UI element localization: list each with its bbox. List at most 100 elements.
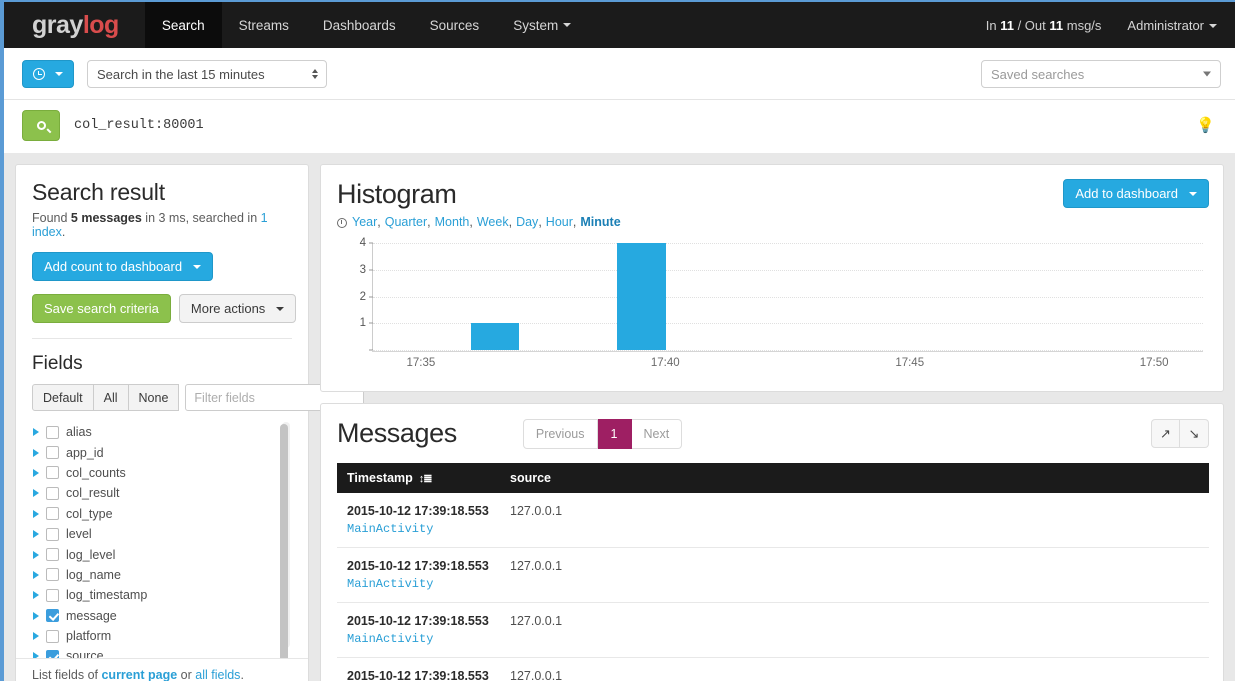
field-row[interactable]: app_id <box>32 442 276 462</box>
pagination-previous[interactable]: Previous <box>522 418 598 449</box>
field-row[interactable]: alias <box>32 422 276 442</box>
resolution-quarter[interactable]: Quarter <box>385 215 427 229</box>
expand-triangle-icon[interactable] <box>33 570 39 579</box>
nav-item-system[interactable]: System <box>496 2 588 48</box>
chevron-down-icon <box>1189 191 1197 196</box>
table-row-message[interactable]: MainActivity <box>337 518 1209 548</box>
field-checkbox[interactable] <box>46 548 59 562</box>
expand-triangle-icon[interactable] <box>33 448 39 457</box>
table-row-message[interactable]: MainActivity <box>337 628 1209 658</box>
table-row[interactable]: 2015-10-12 17:39:18.553 127.0.0.1 <box>337 493 1209 518</box>
column-header-timestamp[interactable]: Timestamp ↕≣ <box>337 463 500 493</box>
expand-triangle-icon[interactable] <box>33 428 39 437</box>
user-menu[interactable]: Administrator <box>1127 18 1217 33</box>
table-row[interactable]: 2015-10-12 17:39:18.553 127.0.0.1 <box>337 657 1209 681</box>
field-checkbox[interactable] <box>46 568 59 582</box>
resolution-day[interactable]: Day <box>516 215 538 229</box>
messages-header: Messages Previous 1 Next ↗ ↘ <box>337 418 1209 449</box>
field-row[interactable]: source <box>32 646 276 658</box>
nav-item-sources[interactable]: Sources <box>413 2 497 48</box>
expand-triangle-icon[interactable] <box>33 509 39 518</box>
row-timestamp: 2015-10-12 17:39:18.553 <box>337 547 500 573</box>
fields-scrollbar-thumb[interactable] <box>280 424 288 658</box>
field-checkbox[interactable] <box>46 527 59 541</box>
expand-triangle-icon[interactable] <box>33 530 39 539</box>
expand-triangle-icon[interactable] <box>33 550 39 559</box>
expand-triangle-icon[interactable] <box>33 489 39 498</box>
add-count-to-dashboard-button[interactable]: Add count to dashboard <box>32 252 214 281</box>
time-range-type-button[interactable] <box>22 60 74 88</box>
collapse-all-button[interactable]: ↘ <box>1180 419 1209 448</box>
expand-triangle-icon[interactable] <box>33 632 39 641</box>
field-row[interactable]: message <box>32 606 276 626</box>
add-to-dashboard-button[interactable]: Add to dashboard <box>1063 179 1209 208</box>
fields-toolbar: Default All None <box>32 384 365 411</box>
field-row[interactable]: col_counts <box>32 463 276 483</box>
current-page-link[interactable]: current page <box>101 668 177 681</box>
collapse-icon: ↘ <box>1188 425 1200 441</box>
nav-item-streams[interactable]: Streams <box>222 2 306 48</box>
field-checkbox[interactable] <box>46 425 59 439</box>
field-checkbox[interactable] <box>46 649 59 658</box>
time-range-select[interactable]: Search in the last 15 minutes <box>87 60 327 88</box>
chart-bar[interactable] <box>470 323 520 350</box>
clock-icon <box>33 68 45 80</box>
resolution-hour[interactable]: Hour <box>546 215 573 229</box>
graylog-logo[interactable]: gray log <box>4 2 145 48</box>
fields-preset-none[interactable]: None <box>128 384 180 411</box>
more-actions-label: More actions <box>190 301 266 316</box>
field-checkbox[interactable] <box>46 629 59 643</box>
row-source: 127.0.0.1 <box>500 657 1209 681</box>
expand-triangle-icon[interactable] <box>33 611 39 620</box>
field-checkbox[interactable] <box>46 486 59 500</box>
pagination-next[interactable]: Next <box>631 418 683 449</box>
field-checkbox[interactable] <box>46 609 59 623</box>
pagination-page-1[interactable]: 1 <box>597 418 632 449</box>
field-checkbox[interactable] <box>46 446 59 460</box>
nav-label-system: System <box>513 17 559 33</box>
add-count-label: Add count to dashboard <box>44 259 183 274</box>
table-row-message[interactable]: MainActivity <box>337 573 1209 603</box>
all-fields-link[interactable]: all fields <box>195 668 240 681</box>
column-header-source[interactable]: source <box>500 463 1209 493</box>
field-checkbox[interactable] <box>46 588 59 602</box>
resolution-year[interactable]: Year <box>352 215 377 229</box>
nav-item-dashboards[interactable]: Dashboards <box>306 2 413 48</box>
field-row[interactable]: level <box>32 524 276 544</box>
field-checkbox[interactable] <box>46 466 59 480</box>
expand-triangle-icon[interactable] <box>33 591 39 600</box>
field-row[interactable]: log_name <box>32 565 276 585</box>
saved-searches-select[interactable]: Saved searches <box>981 60 1221 88</box>
field-checkbox[interactable] <box>46 507 59 521</box>
primary-nav: Search Streams Dashboards Sources System <box>144 2 588 48</box>
more-actions-button[interactable]: More actions <box>178 294 297 323</box>
histogram-panel: Histogram Year, Quarter, Month, Week, Da… <box>320 164 1224 392</box>
expand-triangle-icon[interactable] <box>33 468 39 477</box>
lightbulb-icon[interactable]: 💡 <box>1196 118 1215 133</box>
field-row[interactable]: col_result <box>32 483 276 503</box>
field-row[interactable]: col_type <box>32 504 276 524</box>
fields-preset-all[interactable]: All <box>93 384 129 411</box>
field-row[interactable]: log_timestamp <box>32 585 276 605</box>
resolution-month[interactable]: Month <box>435 215 470 229</box>
field-row[interactable]: log_level <box>32 544 276 564</box>
chart-plot-area[interactable]: 1 2 3 4 <box>360 237 1203 351</box>
table-row[interactable]: 2015-10-12 17:39:18.553 127.0.0.1 <box>337 602 1209 628</box>
fields-scrollbar-track[interactable] <box>280 422 290 658</box>
navbar-right: In 11 / Out 11 msg/s Administrator <box>986 2 1235 48</box>
chevron-down-icon <box>55 72 63 76</box>
nav-item-search[interactable]: Search <box>144 2 222 48</box>
search-query-input[interactable] <box>74 118 1189 133</box>
search-button[interactable] <box>22 110 60 141</box>
expand-triangle-icon[interactable] <box>33 652 39 658</box>
field-row[interactable]: platform <box>32 626 276 646</box>
resolution-week[interactable]: Week <box>477 215 509 229</box>
chart-x-tick-label: 17:50 <box>1139 357 1169 369</box>
fields-preset-default[interactable]: Default <box>32 384 94 411</box>
save-search-criteria-button[interactable]: Save search criteria <box>32 294 171 323</box>
chart-bar[interactable] <box>617 243 666 350</box>
expand-all-button[interactable]: ↗ <box>1151 419 1180 448</box>
field-label: message <box>66 608 117 623</box>
resolution-minute[interactable]: Minute <box>580 215 620 229</box>
table-row[interactable]: 2015-10-12 17:39:18.553 127.0.0.1 <box>337 547 1209 573</box>
